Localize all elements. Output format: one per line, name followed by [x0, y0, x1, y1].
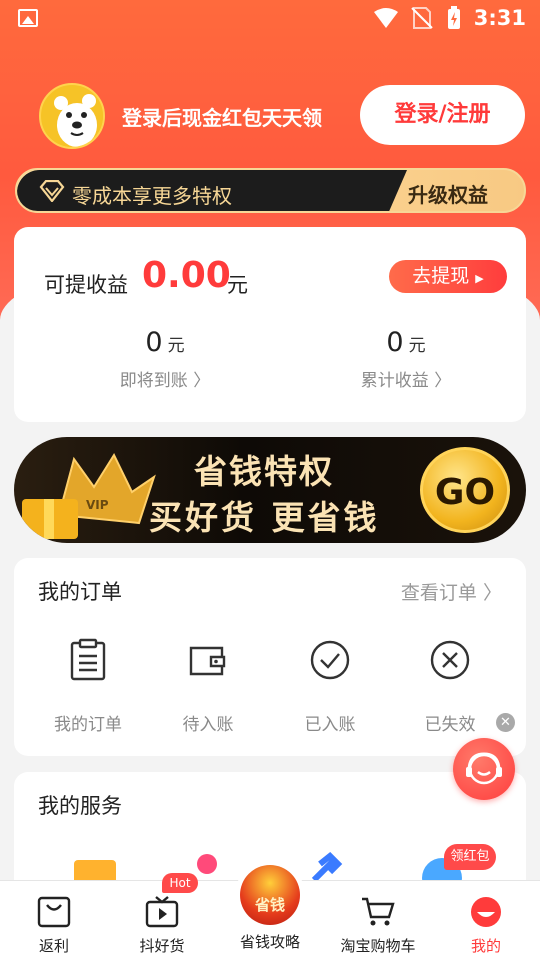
order-item-my-orders[interactable]: 我的订单 [28, 638, 148, 735]
pending-label: 即将到账 [119, 371, 188, 391]
chevron-right-icon: 〉 [193, 371, 211, 391]
play-arrow-icon: ▶ [475, 272, 484, 285]
red-envelope-badge[interactable]: 领红包 [444, 844, 496, 870]
tab-label: 淘宝购物车 [340, 937, 416, 955]
view-orders-label: 查看订单 [400, 582, 477, 604]
vip-text: 零成本享更多特权 [72, 184, 232, 208]
hot-badge: Hot [162, 873, 198, 893]
banner-subtitle: 买好货 更省钱 [149, 498, 380, 537]
vip-bar[interactable]: 零成本享更多特权 升级权益 [15, 168, 526, 213]
savings-privilege-banner[interactable]: VIP 省钱特权 买好货 更省钱 GO [14, 437, 526, 543]
login-tip: 登录后现金红包天天领 [122, 106, 322, 130]
tab-mine[interactable]: 我的 [432, 881, 540, 960]
check-circle-icon [310, 640, 350, 680]
cumulative-stat[interactable]: 0 元 累计收益 〉 [296, 327, 516, 391]
cart-icon [362, 897, 395, 926]
bag-icon [37, 896, 71, 928]
login-register-button[interactable]: 登录/注册 [360, 85, 525, 145]
battery-icon [448, 6, 460, 29]
svg-text:VIP: VIP [86, 498, 109, 512]
x-circle-icon [430, 640, 470, 680]
withdraw-button[interactable]: 去提现 ▶ [389, 260, 507, 293]
status-icons [374, 6, 460, 29]
order-item-pending[interactable]: 待入账 [148, 638, 268, 735]
order-item-credited[interactable]: 已入账 [270, 638, 390, 735]
order-item-label: 我的订单 [54, 715, 122, 735]
wallet-icon [189, 646, 226, 676]
pink-dot-icon [197, 854, 217, 874]
pending-unit: 元 [167, 336, 185, 356]
view-orders-link[interactable]: 查看订单 〉 [401, 578, 502, 605]
order-item-label: 已入账 [304, 715, 356, 735]
withdrawable-unit: 元 [227, 273, 248, 297]
banner-title: 省钱特权 [194, 452, 334, 491]
no-sim-icon [411, 7, 433, 29]
gallery-notification-icon [18, 9, 38, 27]
clock: 3:31 [473, 6, 526, 30]
tab-douhaohuo[interactable]: 抖好货 [108, 881, 216, 960]
earnings-card: 可提收益 0.00 元 去提现 ▶ 0 元 即将到账 〉 0 元 累计收益 〉 [14, 227, 526, 422]
link-icon [311, 852, 343, 883]
withdrawable-amount: 0.00 [142, 255, 231, 296]
orders-title: 我的订单 [38, 580, 122, 604]
tv-icon [145, 896, 179, 928]
order-item-expired[interactable]: 已失效 [390, 638, 510, 735]
order-item-label: 待入账 [182, 715, 234, 735]
services-title: 我的服务 [38, 794, 122, 818]
cumulative-label: 累计收益 [360, 371, 429, 391]
withdrawable-label: 可提收益 [44, 273, 128, 297]
avatar[interactable] [39, 83, 105, 149]
profile-icon [471, 897, 501, 927]
chevron-right-icon: 〉 [482, 582, 502, 604]
tab-taobao-cart[interactable]: 淘宝购物车 [324, 881, 432, 960]
go-button[interactable]: GO [420, 447, 510, 533]
center-tab-text: 省钱 [254, 896, 285, 914]
cumulative-unit: 元 [408, 336, 426, 356]
pending-stat[interactable]: 0 元 即将到账 〉 [55, 327, 275, 391]
tab-label: 抖好货 [139, 937, 185, 955]
chevron-right-icon: 〉 [434, 371, 452, 391]
headset-icon [466, 752, 502, 785]
tab-label: 返利 [38, 937, 69, 955]
money-bag-icon[interactable]: 省钱 [240, 865, 300, 925]
clipboard-icon [70, 638, 106, 681]
status-bar: 3:31 [0, 0, 540, 36]
withdraw-label: 去提现 [412, 265, 470, 287]
upgrade-benefits-button[interactable]: 升级权益 [408, 179, 488, 208]
wifi-icon [374, 8, 398, 28]
tab-label: 省钱攻略 [239, 933, 300, 951]
order-item-label: 已失效 [424, 715, 476, 735]
customer-service-button[interactable] [453, 738, 515, 800]
pending-value: 0 [145, 327, 163, 358]
my-orders-card: 我的订单 查看订单 〉 我的订单 待入账 已入账 已失效 [14, 558, 526, 756]
tab-rebate[interactable]: 返利 [0, 881, 108, 960]
cumulative-value: 0 [386, 327, 404, 358]
tab-label: 我的 [470, 937, 501, 955]
diamond-icon [39, 180, 65, 202]
close-float-icon[interactable]: ✕ [496, 713, 515, 732]
